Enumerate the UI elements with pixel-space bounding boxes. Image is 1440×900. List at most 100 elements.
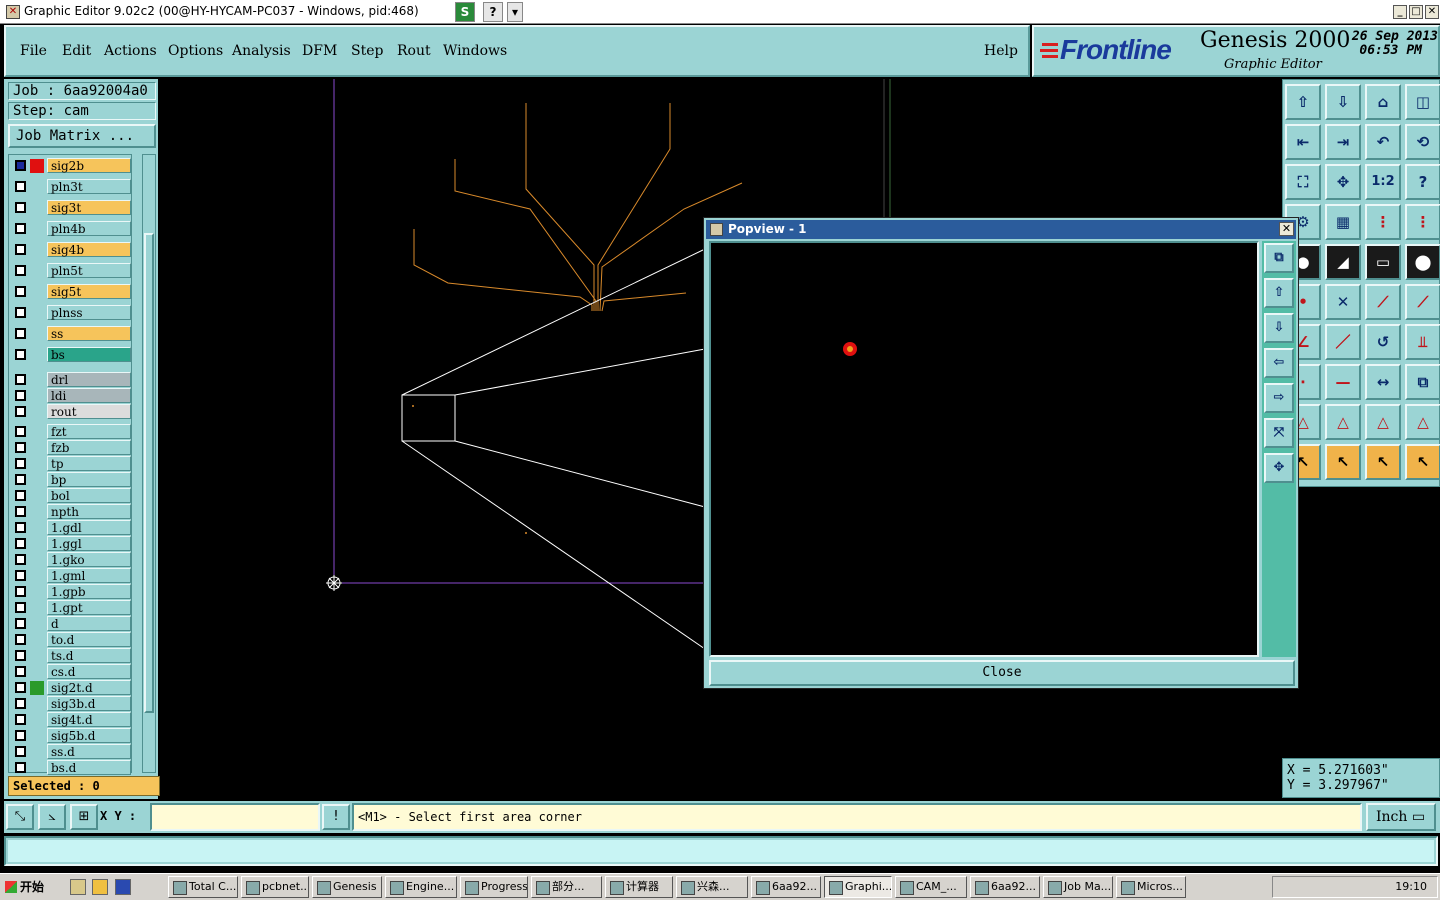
taskbar-item[interactable]: Total C... — [168, 876, 238, 898]
measure-icon[interactable]: ⦣ — [38, 804, 66, 830]
layer-row[interactable]: rout — [9, 404, 133, 420]
layer-row[interactable]: 1.ggl — [9, 536, 133, 552]
layer-name[interactable]: sig2t.d — [47, 680, 131, 695]
tool-split-icon[interactable]: ◫ — [1405, 84, 1440, 120]
popview-close-icon[interactable]: ✕ — [1279, 222, 1294, 236]
layer-checkbox[interactable] — [15, 390, 26, 401]
layer-name[interactable]: rout — [47, 404, 131, 419]
layer-checkbox[interactable] — [15, 374, 26, 385]
layer-checkbox[interactable] — [15, 406, 26, 417]
popview-canvas[interactable] — [709, 241, 1259, 657]
tool-undo-icon[interactable]: ↶ — [1365, 124, 1401, 160]
taskbar-item[interactable]: Progress — [460, 876, 528, 898]
tool-dimension-icon[interactable]: ↔ — [1365, 364, 1401, 400]
layer-row[interactable]: sig5t — [9, 284, 133, 300]
layer-checkbox[interactable] — [15, 634, 26, 645]
popview-titlebar[interactable]: Popview - 1 ✕ — [706, 220, 1296, 239]
popview-pan-left-icon[interactable]: ⇦ — [1264, 348, 1294, 378]
grid-icon[interactable]: ⊞ — [70, 804, 98, 830]
layer-name[interactable]: pln4b — [47, 221, 131, 236]
menu-help[interactable]: Help — [984, 43, 1018, 59]
layer-row[interactable]: ss.d — [9, 744, 133, 760]
layer-row[interactable]: to.d — [9, 632, 133, 648]
menu-options[interactable]: Options — [168, 43, 223, 59]
layer-row[interactable]: 1.gml — [9, 568, 133, 584]
tool-zoom-icon[interactable]: ✥ — [1325, 164, 1361, 200]
layer-name[interactable]: bs.d — [47, 760, 131, 775]
layer-name[interactable]: pln5t — [47, 263, 131, 278]
layer-name[interactable]: ss.d — [47, 744, 131, 759]
layer-row[interactable]: bs.d — [9, 760, 133, 776]
tool-home-up-icon[interactable]: ⇧ — [1285, 84, 1321, 120]
layer-name[interactable]: bp — [47, 472, 131, 487]
menu-rout[interactable]: Rout — [397, 43, 431, 59]
layer-checkbox[interactable] — [15, 570, 26, 581]
layer-name[interactable]: ss — [47, 326, 131, 341]
layer-row[interactable]: sig4t.d — [9, 712, 133, 728]
tool-scale-icon[interactable]: 1:2 — [1365, 164, 1401, 200]
menu-windows[interactable]: Windows — [443, 43, 507, 59]
tool-tri-b-icon[interactable]: △ — [1325, 404, 1361, 440]
layer-row[interactable]: 1.gpb — [9, 584, 133, 600]
taskbar-item[interactable]: Job Ma... — [1043, 876, 1113, 898]
layer-name[interactable]: ts.d — [47, 648, 131, 663]
tool-left-icon[interactable]: ⇤ — [1285, 124, 1321, 160]
layer-row[interactable]: drl — [9, 372, 133, 388]
popview-close-button[interactable]: Close — [709, 660, 1295, 686]
minimize-button[interactable]: _ — [1393, 5, 1407, 19]
menu-actions[interactable]: Actions — [104, 43, 157, 59]
taskbar-item[interactable]: 6aa92... — [751, 876, 821, 898]
tool-line-icon[interactable]: ／ — [1325, 324, 1361, 360]
layer-checkbox[interactable] — [15, 554, 26, 565]
taskbar-item[interactable]: 计算器 — [605, 876, 673, 898]
layer-checkbox[interactable] — [15, 181, 26, 192]
tool-grid-icon[interactable]: ▦ — [1325, 204, 1361, 240]
layer-name[interactable]: fzb — [47, 440, 131, 455]
layer-name[interactable]: fzt — [47, 424, 131, 439]
layer-row[interactable]: 1.gko — [9, 552, 133, 568]
job-matrix-button[interactable]: Job Matrix ... — [8, 124, 156, 148]
close-button[interactable]: ✕ — [1425, 5, 1439, 19]
layer-checkbox[interactable] — [15, 682, 26, 693]
tool-home-down-icon[interactable]: ⇩ — [1325, 84, 1361, 120]
layer-checkbox[interactable] — [15, 160, 26, 171]
taskbar-item[interactable]: 6aa92... — [970, 876, 1040, 898]
layer-row[interactable]: tp — [9, 456, 133, 472]
layer-name[interactable]: plnss — [47, 305, 131, 320]
layer-name[interactable]: 1.ggl — [47, 536, 131, 551]
tool-layers-icon[interactable]: ⋮ — [1365, 204, 1401, 240]
tool-arc-icon[interactable]: ↺ — [1365, 324, 1401, 360]
layer-checkbox[interactable] — [15, 349, 26, 360]
xy-input[interactable] — [150, 803, 320, 831]
tool-query-icon[interactable]: ? — [1405, 164, 1440, 200]
tool-fit-icon[interactable]: ⛶ — [1285, 164, 1321, 200]
tool-home-icon[interactable]: ⌂ — [1365, 84, 1401, 120]
taskbar-item[interactable]: 兴森... — [676, 876, 748, 898]
layer-row[interactable]: ldi — [9, 388, 133, 404]
layer-checkbox[interactable] — [15, 506, 26, 517]
layer-checkbox[interactable] — [15, 328, 26, 339]
layer-checkbox[interactable] — [15, 426, 26, 437]
tool-shapes-icon[interactable]: ⧉ — [1405, 364, 1440, 400]
tool-tri-d-icon[interactable]: △ — [1405, 404, 1440, 440]
tool-minus-icon[interactable]: — — [1325, 364, 1361, 400]
layer-row[interactable]: sig3t — [9, 200, 133, 216]
layer-scrollbar[interactable] — [142, 154, 156, 773]
tool-dot-icon[interactable]: ⬤ — [1405, 244, 1440, 280]
popview-pan-down-icon[interactable]: ⇩ — [1264, 313, 1294, 343]
layer-name[interactable]: cs.d — [47, 664, 131, 679]
menu-analysis[interactable]: Analysis — [232, 43, 291, 59]
layer-checkbox[interactable] — [15, 442, 26, 453]
layer-checkbox[interactable] — [15, 286, 26, 297]
layer-checkbox[interactable] — [15, 730, 26, 741]
tool-tri-c-icon[interactable]: △ — [1365, 404, 1401, 440]
menu-dfm[interactable]: DFM — [302, 43, 337, 59]
layer-name[interactable]: pln3t — [47, 179, 131, 194]
layer-name[interactable]: tp — [47, 456, 131, 471]
tool-step-icon[interactable]: ⫫ — [1405, 324, 1440, 360]
tool-link-icon[interactable]: ⟋ — [1405, 284, 1440, 320]
layer-row[interactable]: npth — [9, 504, 133, 520]
layer-checkbox[interactable] — [15, 458, 26, 469]
tool-right-icon[interactable]: ⇥ — [1325, 124, 1361, 160]
quicklaunch-clock-icon[interactable] — [92, 879, 108, 895]
